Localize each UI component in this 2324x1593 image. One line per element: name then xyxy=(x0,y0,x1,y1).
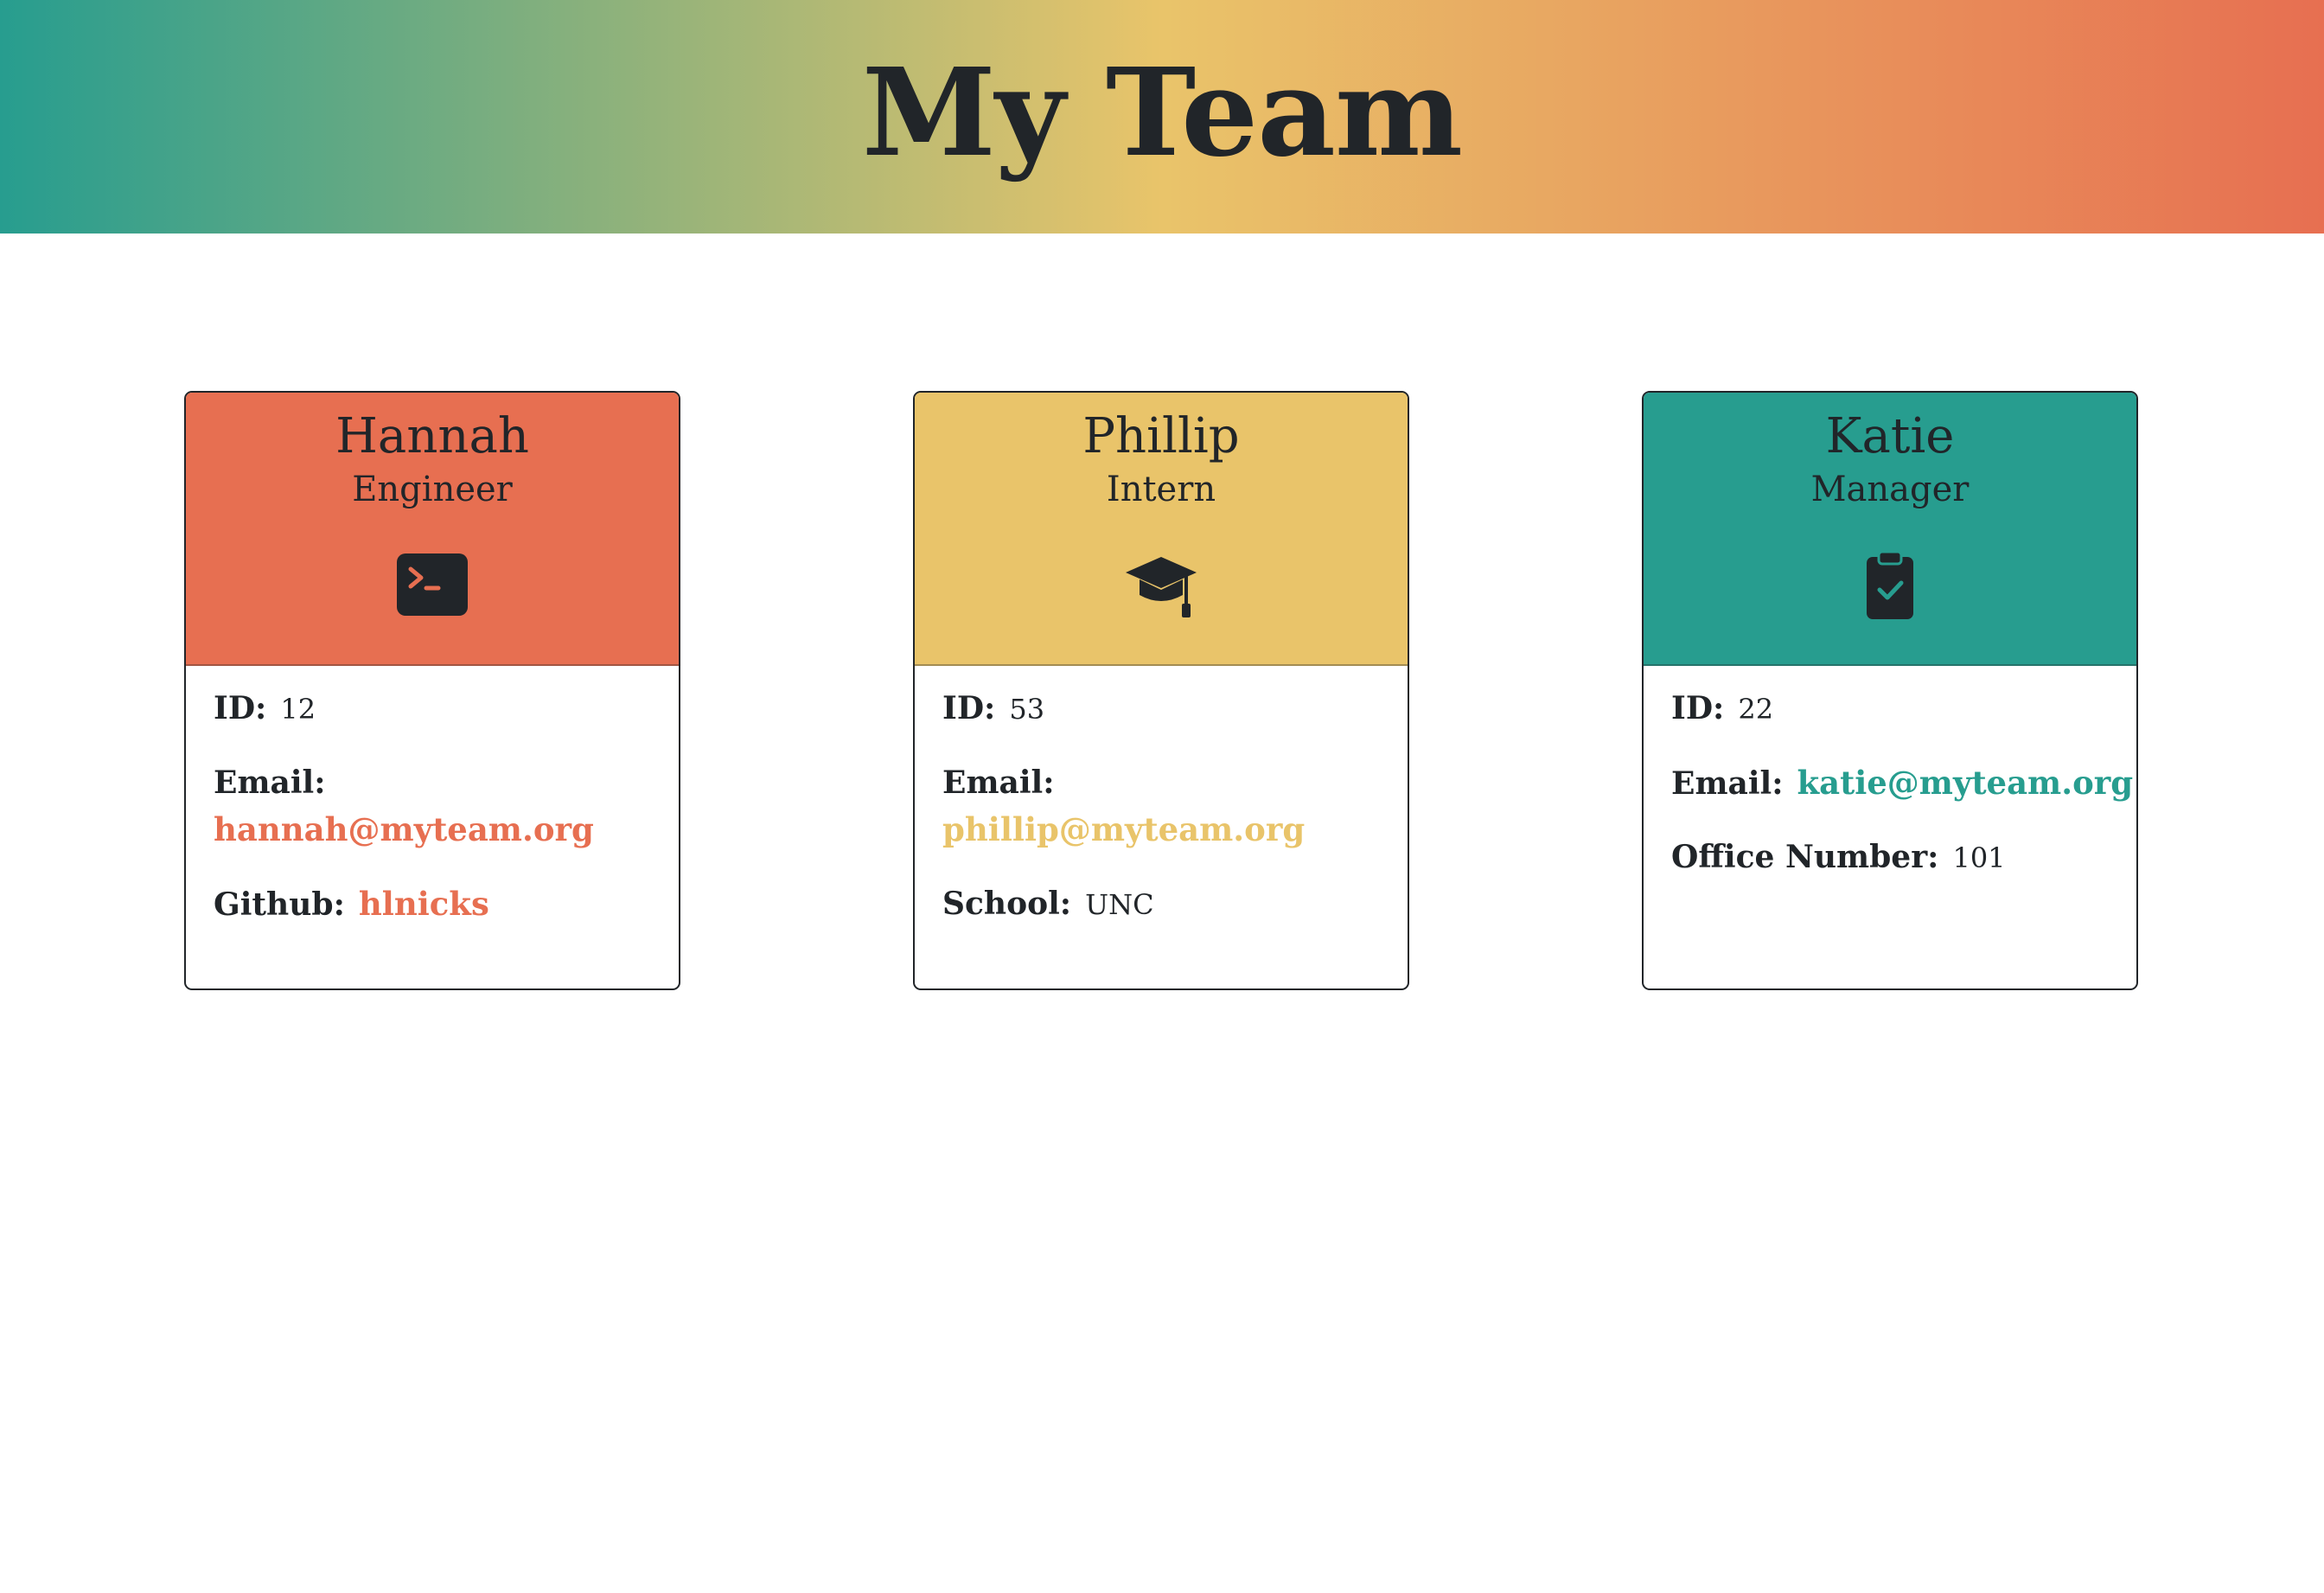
email-label: Email: xyxy=(214,765,326,801)
email-row: Email: katie@myteam.org xyxy=(1671,759,2133,808)
office-number-row: Office Number: 101 xyxy=(1671,834,2123,881)
id-label: ID: xyxy=(214,690,267,726)
id-row: ID: 22 xyxy=(1671,685,2123,733)
school-row: School: UNC xyxy=(942,880,1394,928)
clipboard-check-icon xyxy=(1851,547,1929,624)
email-row-value: phillip@myteam.org xyxy=(942,806,1394,854)
id-label: ID: xyxy=(942,690,996,726)
employee-role: Manager xyxy=(1810,470,1970,509)
github-row: Github: hlnicks xyxy=(214,880,665,929)
email-row-label: Email: xyxy=(942,759,1394,807)
email-link[interactable]: hannah@myteam.org xyxy=(214,810,594,848)
employee-name: Phillip xyxy=(1082,408,1240,464)
employee-role: Intern xyxy=(1106,470,1216,509)
email-label: Email: xyxy=(942,765,1055,801)
employee-card-manager: Katie Manager ID: 22 Email: katie@myteam.o… xyxy=(1642,391,2138,990)
employee-card-intern: Phillip Intern ID: 53 Email: phillip@myte… xyxy=(913,391,1409,990)
school-value: UNC xyxy=(1085,888,1154,921)
card-header: Katie Manager xyxy=(1644,393,2136,666)
id-row: ID: 12 xyxy=(214,685,665,733)
id-label: ID: xyxy=(1671,690,1725,726)
employee-name: Katie xyxy=(1825,408,1955,464)
office-number-value: 101 xyxy=(1952,841,2006,874)
github-label: Github: xyxy=(214,886,345,923)
email-row-label: Email: xyxy=(214,759,665,807)
card-header: Hannah Engineer xyxy=(186,393,679,666)
email-label: Email: xyxy=(1671,765,1784,802)
id-value: 22 xyxy=(1738,693,1774,726)
terminal-icon xyxy=(393,547,471,624)
employee-name: Hannah xyxy=(335,408,529,464)
github-link[interactable]: hlnicks xyxy=(359,885,489,923)
email-row-value: hannah@myteam.org xyxy=(214,806,665,854)
office-number-label: Office Number: xyxy=(1671,839,1939,875)
id-row: ID: 53 xyxy=(942,685,1394,733)
email-link[interactable]: katie@myteam.org xyxy=(1797,764,2134,802)
card-header: Phillip Intern xyxy=(915,393,1408,666)
school-label: School: xyxy=(942,886,1072,922)
id-value: 53 xyxy=(1009,693,1045,726)
page-title: My Team xyxy=(861,42,1463,184)
page-header: My Team xyxy=(0,0,2324,234)
id-value: 12 xyxy=(280,693,316,726)
email-link[interactable]: phillip@myteam.org xyxy=(942,810,1305,848)
graduation-cap-icon xyxy=(1122,547,1200,624)
employee-card-engineer: Hannah Engineer ID: 12 Email: hannah@myte… xyxy=(184,391,680,990)
employee-role: Engineer xyxy=(352,470,513,509)
